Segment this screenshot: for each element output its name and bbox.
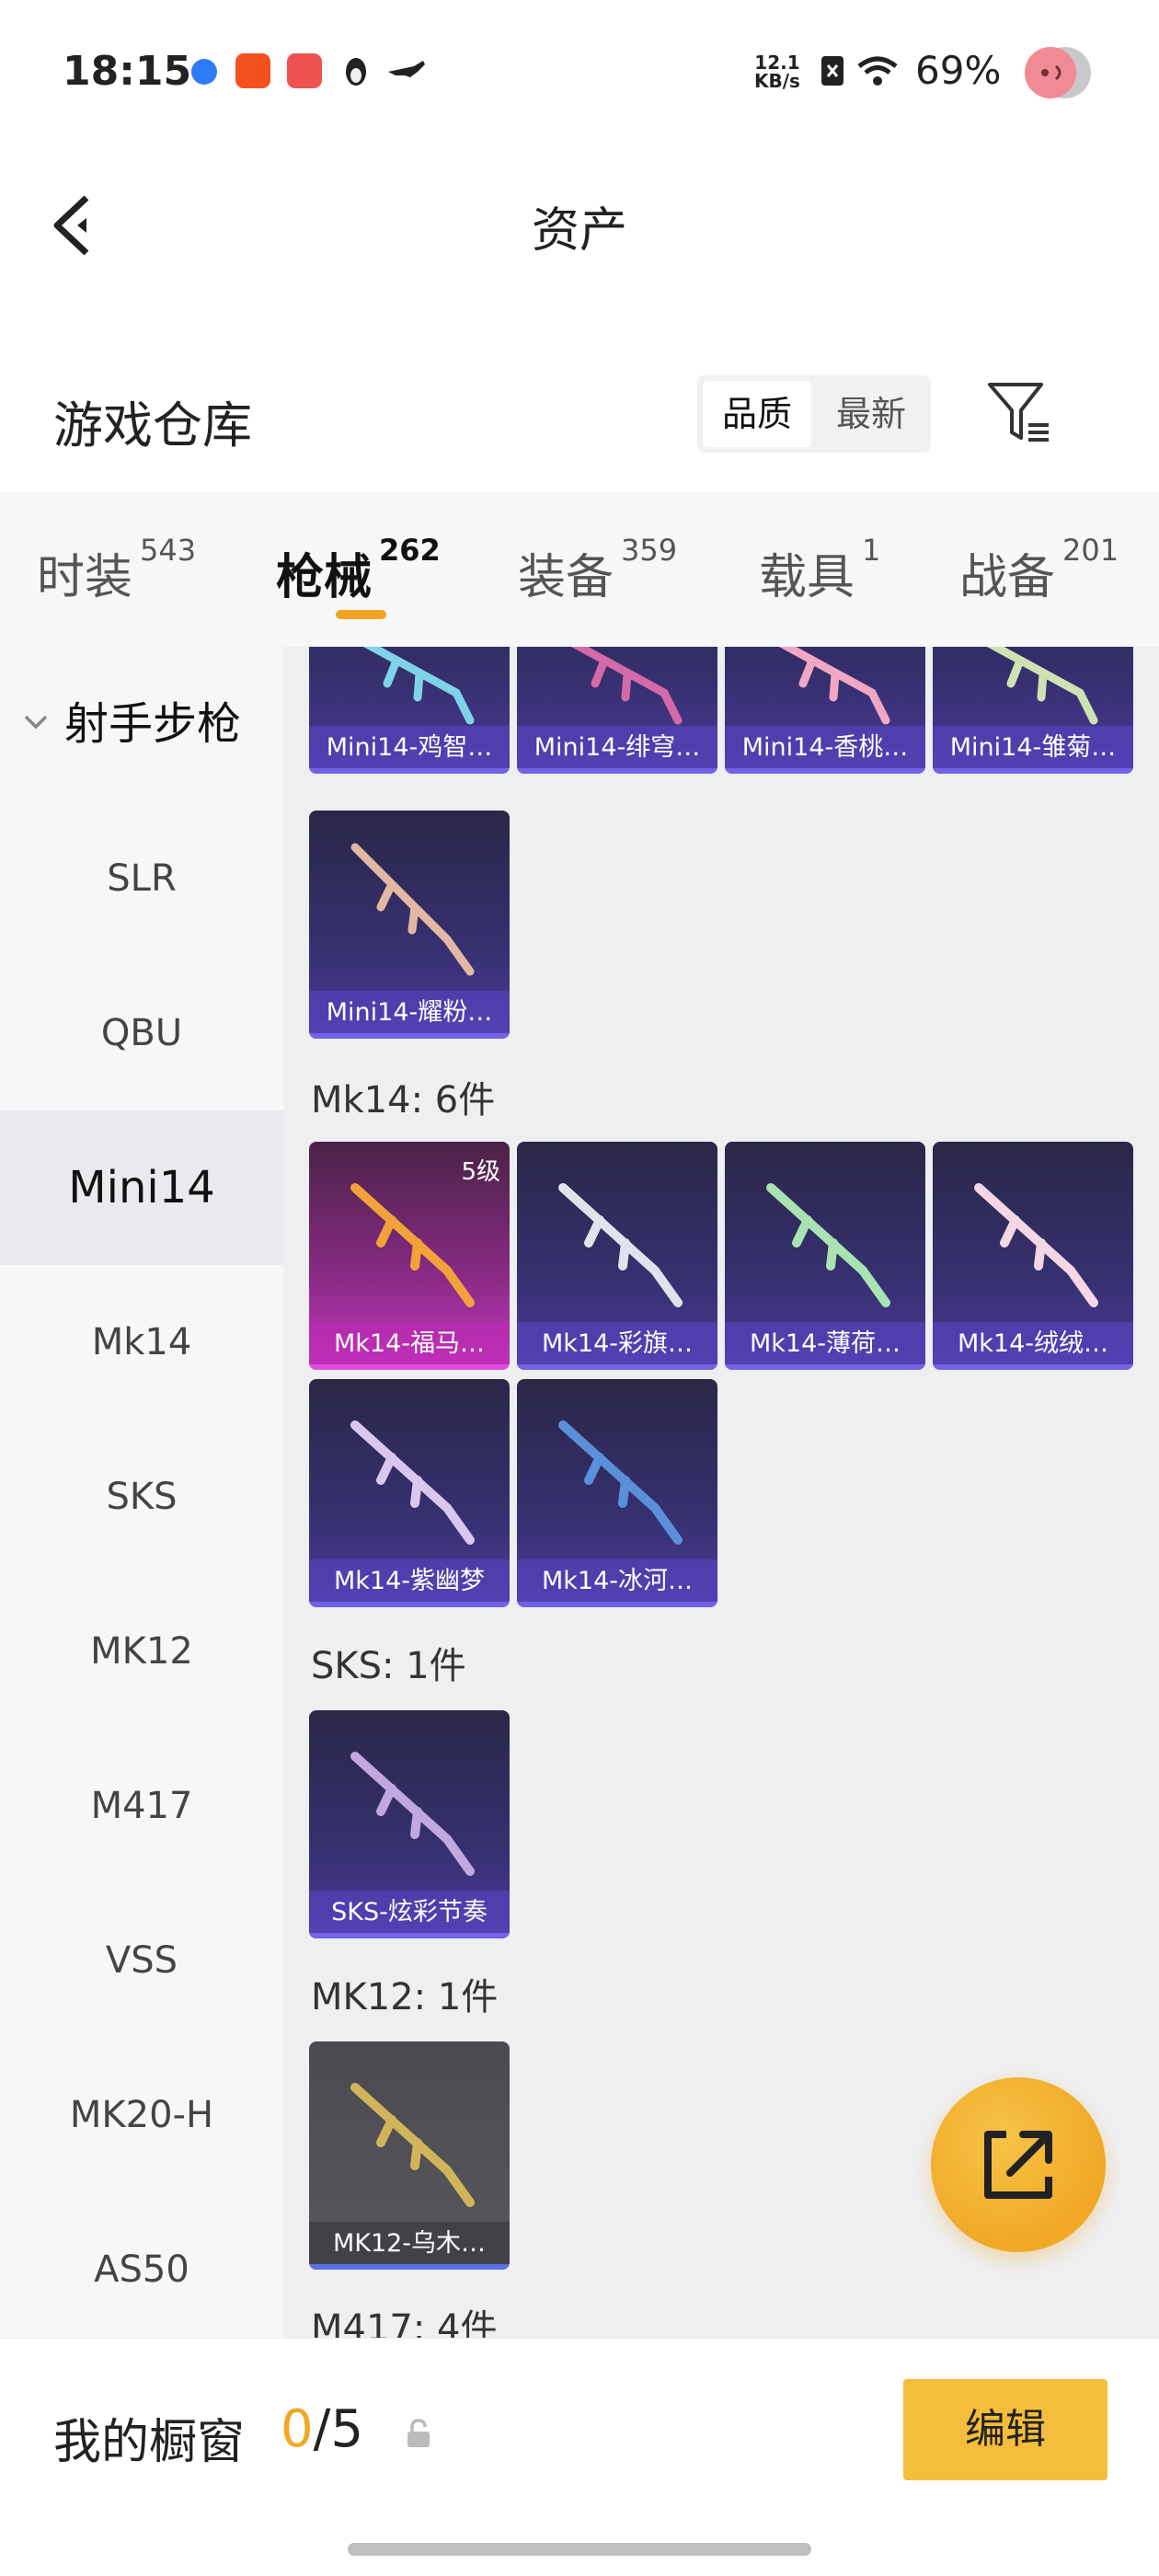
page-title: 资产	[531, 203, 627, 259]
showcase-count: 0/5	[281, 2399, 364, 2459]
app-notification-icon-2	[287, 53, 322, 88]
skin-card[interactable]: SKS-炫彩节奏	[309, 1710, 510, 1938]
tab-combat-gear[interactable]: 战备 201	[959, 533, 1119, 607]
section-title: 游戏仓库	[53, 397, 252, 454]
skin-card[interactable]: 5级 Mk14-福马…	[309, 1142, 510, 1370]
tab-equipment[interactable]: 装备 359	[518, 533, 677, 607]
share-button[interactable]	[931, 2077, 1106, 2252]
skin-card[interactable]: Mk14-彩旗…	[517, 1142, 717, 1370]
sidebar-item-mk12[interactable]: MK12	[0, 1574, 283, 1729]
sidebar-item-mk20h[interactable]: MK20-H	[0, 2038, 283, 2192]
sidebar-item-as50[interactable]: AS50	[0, 2192, 283, 2338]
skin-card[interactable]: Mini14-雏菊…	[933, 647, 1133, 774]
category-tabs: 时装 543 枪械 262 装备 359 载具 1 战备 201	[0, 492, 1159, 647]
sim-off-icon	[819, 53, 854, 88]
weapon-sidebar: 射手步枪 SLR QBU Mini14 Mk14 SKS MK12 M417 V…	[0, 647, 283, 2338]
group-title-mk12: MK12: 1件	[311, 1976, 499, 2018]
active-tab-indicator	[336, 610, 386, 619]
skin-card[interactable]: Mk14-薄荷…	[725, 1142, 925, 1370]
group-title-m417: M417: 4件	[311, 2307, 498, 2338]
group-title-mk14: Mk14: 6件	[311, 1079, 496, 1121]
airplane-icon	[386, 53, 425, 88]
status-time: 18:15	[63, 48, 192, 95]
group-title-sks: SKS: 1件	[311, 1645, 466, 1687]
penguin-icon	[339, 53, 373, 88]
bottom-bar: 我的橱窗 0/5 编辑	[0, 2338, 1159, 2576]
chevron-down-icon	[24, 715, 48, 730]
sidebar-item-sks[interactable]: SKS	[0, 1420, 283, 1574]
sort-quality-button[interactable]: 品质	[703, 381, 811, 447]
skin-card[interactable]: Mk14-紫幽梦	[309, 1379, 510, 1607]
tab-firearms[interactable]: 枪械 262	[276, 533, 441, 607]
skin-card[interactable]: Mini14-绯穹…	[517, 647, 717, 774]
lock-icon	[407, 2419, 430, 2447]
sidebar-item-vss[interactable]: VSS	[0, 1883, 283, 2038]
messenger-icon	[191, 59, 217, 85]
sort-latest-button[interactable]: 最新	[817, 381, 925, 447]
filter-icon	[988, 383, 1049, 442]
wifi-icon	[855, 53, 898, 88]
net-speed: 12.1 KB/s	[754, 52, 800, 92]
sidebar-item-m417[interactable]: M417	[0, 1729, 283, 1883]
skin-card[interactable]: Mk14-冰河…	[517, 1379, 717, 1607]
filter-button[interactable]	[984, 377, 1058, 451]
sidebar-group-marksman[interactable]: 射手步枪	[0, 647, 283, 801]
sidebar-item-mini14[interactable]: Mini14	[0, 1110, 283, 1265]
level-badge: 5级	[461, 1158, 500, 1186]
external-link-icon	[984, 2131, 1052, 2199]
tab-vehicles[interactable]: 载具 1	[759, 533, 880, 607]
sort-toggle: 品质 最新	[697, 375, 931, 453]
avatar	[1021, 44, 1096, 101]
app-notification-icon	[235, 53, 270, 88]
status-bar: 18:15 12.1 KB/s 69%	[0, 0, 1159, 138]
tab-fashion[interactable]: 时装 543	[37, 533, 196, 607]
battery-percent: 69%	[915, 48, 1002, 93]
skin-card[interactable]: Mini14-耀粉…	[309, 811, 510, 1039]
sidebar-item-qbu[interactable]: QBU	[0, 956, 283, 1110]
edit-button[interactable]: 编辑	[903, 2379, 1107, 2480]
skin-card[interactable]: Mini14-鸡智…	[309, 647, 510, 774]
skin-card[interactable]: Mk14-绒绒…	[933, 1142, 1133, 1370]
skin-card[interactable]: MK12-乌木…	[309, 2041, 510, 2270]
home-indicator[interactable]	[348, 2543, 811, 2556]
skin-card[interactable]: Mini14-香桃…	[725, 647, 925, 774]
sidebar-item-slr[interactable]: SLR	[0, 801, 283, 956]
sidebar-item-mk14[interactable]: Mk14	[0, 1265, 283, 1420]
showcase-label: 我的橱窗	[53, 2415, 246, 2470]
